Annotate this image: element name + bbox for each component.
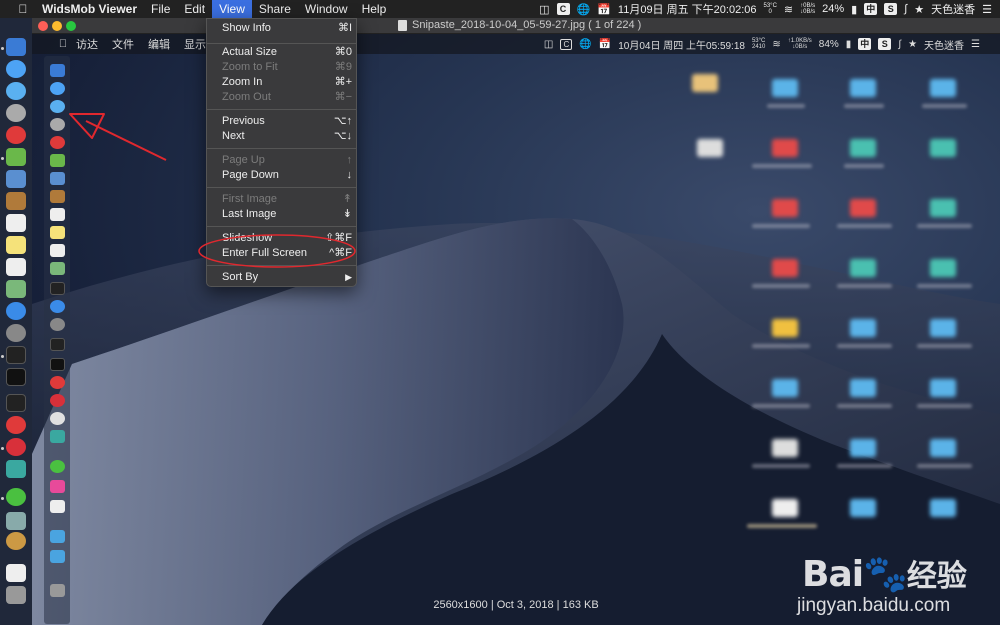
red-arrow-icon [69,113,167,161]
highlight-circle [198,234,356,268]
annotation-overlay [69,113,356,268]
